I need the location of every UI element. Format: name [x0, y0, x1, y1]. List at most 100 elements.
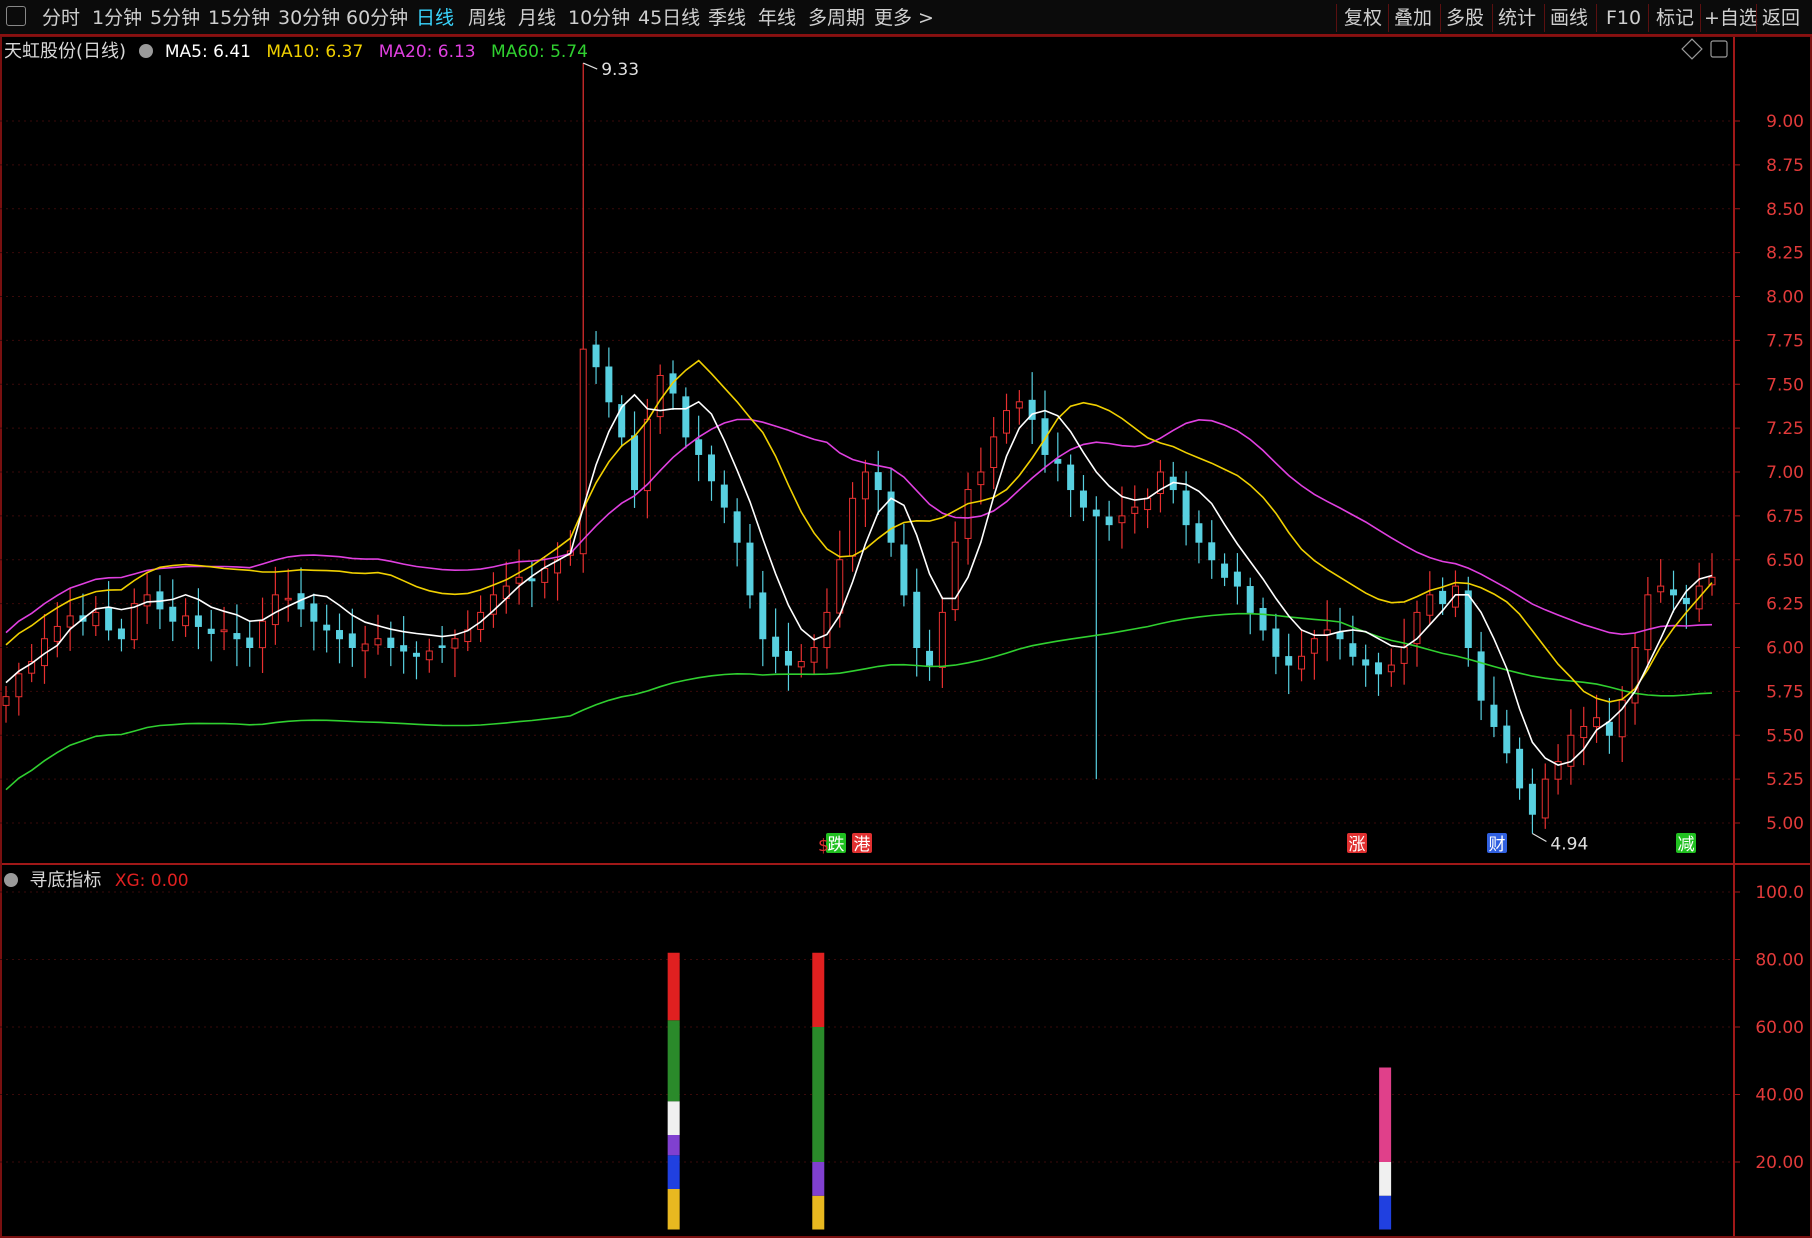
chart-frame — [0, 36, 1812, 1238]
indicator-bar-segment — [812, 952, 825, 1027]
price-tick-label: 9.00 — [1766, 112, 1804, 132]
price-tick-label: 8.25 — [1766, 244, 1804, 264]
indicator-bar-segment — [667, 952, 680, 1021]
candle-body — [271, 594, 279, 626]
statistics-button[interactable]: 统计 — [1498, 5, 1536, 31]
candle-body — [310, 603, 318, 622]
candle-body — [361, 643, 369, 652]
price-tick-label: 7.25 — [1766, 419, 1804, 439]
candle-body — [66, 615, 74, 628]
candle-body — [220, 629, 228, 633]
candle-body — [117, 628, 125, 640]
tab-daily[interactable]: 日线 — [416, 5, 454, 31]
indicator-bar-segment — [667, 1020, 680, 1102]
candle-body — [528, 578, 536, 582]
mark-button[interactable]: 标记 — [1656, 5, 1694, 31]
f10-button[interactable]: F10 — [1606, 5, 1641, 31]
candle-body — [746, 542, 754, 596]
tab-5min[interactable]: 5分钟 — [150, 5, 200, 31]
draw-line-button[interactable]: 画线 — [1550, 5, 1588, 31]
candle-body — [259, 620, 267, 649]
candle-body — [1272, 628, 1280, 657]
candle-body — [182, 615, 190, 627]
candle-body — [1105, 516, 1113, 526]
indicator-bar-segment — [667, 1189, 680, 1230]
candle-body — [1490, 704, 1498, 727]
candle-body — [759, 592, 767, 640]
tab-fenshi[interactable]: 分时 — [42, 5, 80, 31]
price-tick-label: 7.50 — [1766, 375, 1804, 395]
candle-body — [1092, 509, 1100, 517]
candle-body — [631, 435, 639, 491]
candle-body — [1144, 497, 1152, 511]
candle-body — [707, 454, 715, 482]
candle-body — [53, 625, 61, 642]
overlay-button[interactable]: 叠加 — [1394, 5, 1432, 31]
more-menu[interactable]: 更多 > — [874, 5, 934, 31]
candle-body — [387, 637, 395, 648]
tab-multi-period[interactable]: 多周期 — [808, 5, 865, 31]
candle-body — [1221, 563, 1229, 578]
indicator-tick-label: 100.0 — [1755, 883, 1804, 903]
candle-body — [1285, 656, 1293, 666]
candle-body — [336, 630, 344, 640]
low-arrow — [1532, 833, 1547, 843]
candle-body — [1477, 651, 1485, 701]
candle-body — [797, 661, 805, 668]
candle-body — [92, 611, 100, 627]
candle-body — [425, 650, 433, 661]
price-tick-label: 6.25 — [1766, 595, 1804, 615]
event-marker-label: 减 — [1678, 835, 1695, 855]
tab-30min[interactable]: 30分钟 — [278, 5, 340, 31]
candle-body — [1208, 542, 1216, 561]
indicator-bar-segment — [812, 1162, 825, 1196]
restore-rights-button[interactable]: 复权 — [1344, 5, 1382, 31]
candle-body — [1464, 590, 1472, 649]
indicator-tick-label: 60.00 — [1755, 1018, 1804, 1038]
tab-45day[interactable]: 45日线 — [638, 5, 700, 31]
candle-body — [861, 471, 869, 500]
diamond-icon — [1681, 38, 1703, 60]
tab-quarterly[interactable]: 季线 — [708, 5, 746, 31]
candle-body — [2, 696, 10, 706]
tab-1min[interactable]: 1分钟 — [92, 5, 142, 31]
indicator-bar-segment — [667, 1135, 680, 1156]
candle-body — [720, 484, 728, 508]
candle-body — [1400, 647, 1408, 664]
multi-stock-button[interactable]: 多股 — [1446, 5, 1484, 31]
candle-body — [246, 637, 254, 648]
add-watchlist-button[interactable]: +自选 — [1704, 5, 1758, 31]
candle-body — [579, 348, 587, 555]
candle-body — [695, 439, 703, 455]
panel-toggle-icon[interactable] — [6, 6, 26, 26]
candle-body — [784, 650, 792, 666]
indicator-bar-segment — [667, 1155, 680, 1189]
candle-body — [169, 606, 177, 622]
chart-area[interactable]: 9.00 8.75 8.50 8.25 8.00 7.75 7.50 7.25 7.00 6.75… — [0, 36, 1812, 1238]
dollar-marker: $ — [818, 836, 829, 856]
tab-60min[interactable]: 60分钟 — [346, 5, 408, 31]
candle-body — [400, 645, 408, 652]
candle-body — [1015, 401, 1023, 409]
candle-body — [1605, 721, 1613, 736]
candle-body — [105, 607, 113, 631]
candle-body — [130, 603, 138, 641]
tab-yearly[interactable]: 年线 — [758, 5, 796, 31]
price-tick-label: 5.25 — [1766, 770, 1804, 790]
price-tick-label: 5.75 — [1766, 682, 1804, 702]
candle-body — [541, 568, 549, 583]
back-button[interactable]: 返回 — [1762, 5, 1800, 31]
candle-body — [772, 636, 780, 657]
tab-monthly[interactable]: 月线 — [518, 5, 556, 31]
candle-body — [1131, 506, 1139, 514]
candle-body — [1259, 607, 1267, 631]
period-toolbar: 分时 1分钟 5分钟 15分钟 30分钟 60分钟 日线 周线 月线 10分钟 … — [0, 0, 1812, 36]
candle-body — [1362, 659, 1370, 666]
candle-body — [515, 576, 523, 584]
candle-body — [1644, 594, 1652, 651]
tab-15min[interactable]: 15分钟 — [208, 5, 270, 31]
event-marker-label: 涨 — [1349, 835, 1366, 855]
candle-body — [412, 652, 420, 657]
tab-10min[interactable]: 10分钟 — [568, 5, 630, 31]
tab-weekly[interactable]: 周线 — [468, 5, 506, 31]
